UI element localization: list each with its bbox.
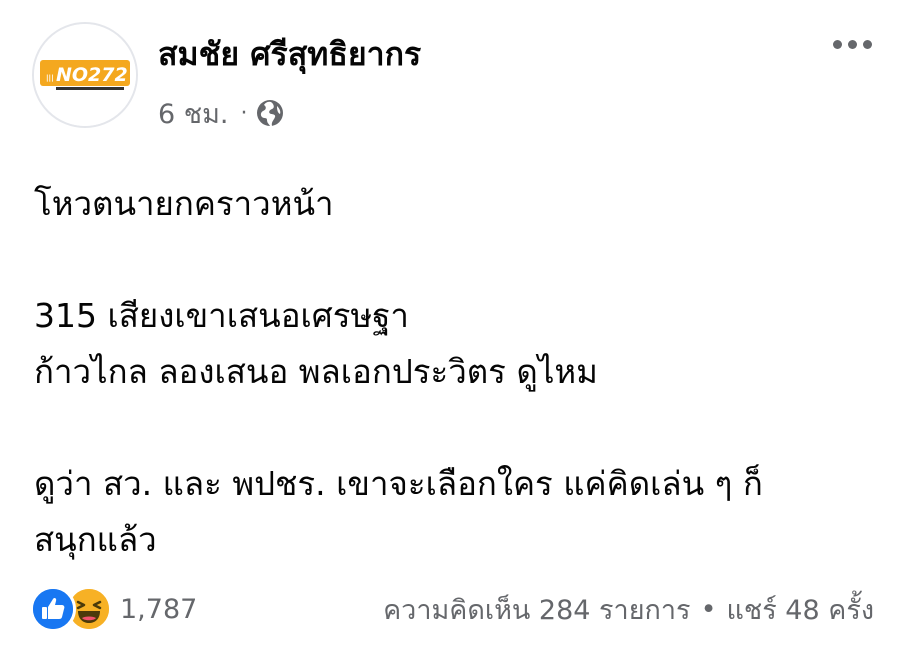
post-text-line: 315 เสียงเขาเสนอเศรษฐา [34, 296, 409, 335]
comments-count[interactable]: ความคิดเห็น 284 รายการ [383, 588, 690, 631]
reactions-summary[interactable]: 1,787 [30, 586, 197, 632]
shares-count[interactable]: แชร์ 48 ครั้ง [727, 588, 875, 631]
post-text: โหวตนายกคราวหน้า 315 เสียงเขาเสนอเศรษฐา … [34, 176, 874, 568]
timestamp[interactable]: 6 ชม. [158, 92, 228, 135]
post-text-line: โหวตนายกคราวหน้า [34, 184, 334, 223]
stats-separator: • [700, 593, 717, 625]
engagement-stats: ความคิดเห็น 284 รายการ • แชร์ 48 ครั้ง [383, 586, 874, 632]
more-dot [847, 39, 857, 49]
more-dot [862, 39, 872, 49]
reaction-count: 1,787 [120, 593, 198, 625]
avatar[interactable]: ||| NO272 [32, 22, 138, 128]
more-options-icon[interactable] [822, 30, 882, 58]
facebook-post: ||| NO272 สมชัย ศรีสุทธิยากร 6 ชม. · โหว… [0, 0, 904, 660]
avatar-logo-text: NO272 [56, 64, 128, 86]
post-meta: 6 ชม. · [158, 94, 285, 132]
post-text-line: ดูว่า สว. และ พปชร. เขาจะเลือกใคร แค่คิด… [34, 464, 763, 503]
author-name[interactable]: สมชัย ศรีสุทธิยากร [158, 34, 421, 74]
post-text-line: สนุกแล้ว [34, 520, 157, 559]
like-icon [30, 586, 76, 632]
post-text-line: ก้าวไกล ลองเสนอ พลเอกประวิตร ดูไหม [34, 352, 598, 391]
meta-separator: · [240, 100, 248, 126]
avatar-logo: ||| NO272 [34, 24, 136, 126]
globe-icon[interactable] [255, 98, 285, 128]
svg-text:|||: ||| [46, 74, 54, 83]
more-dot [832, 39, 842, 49]
